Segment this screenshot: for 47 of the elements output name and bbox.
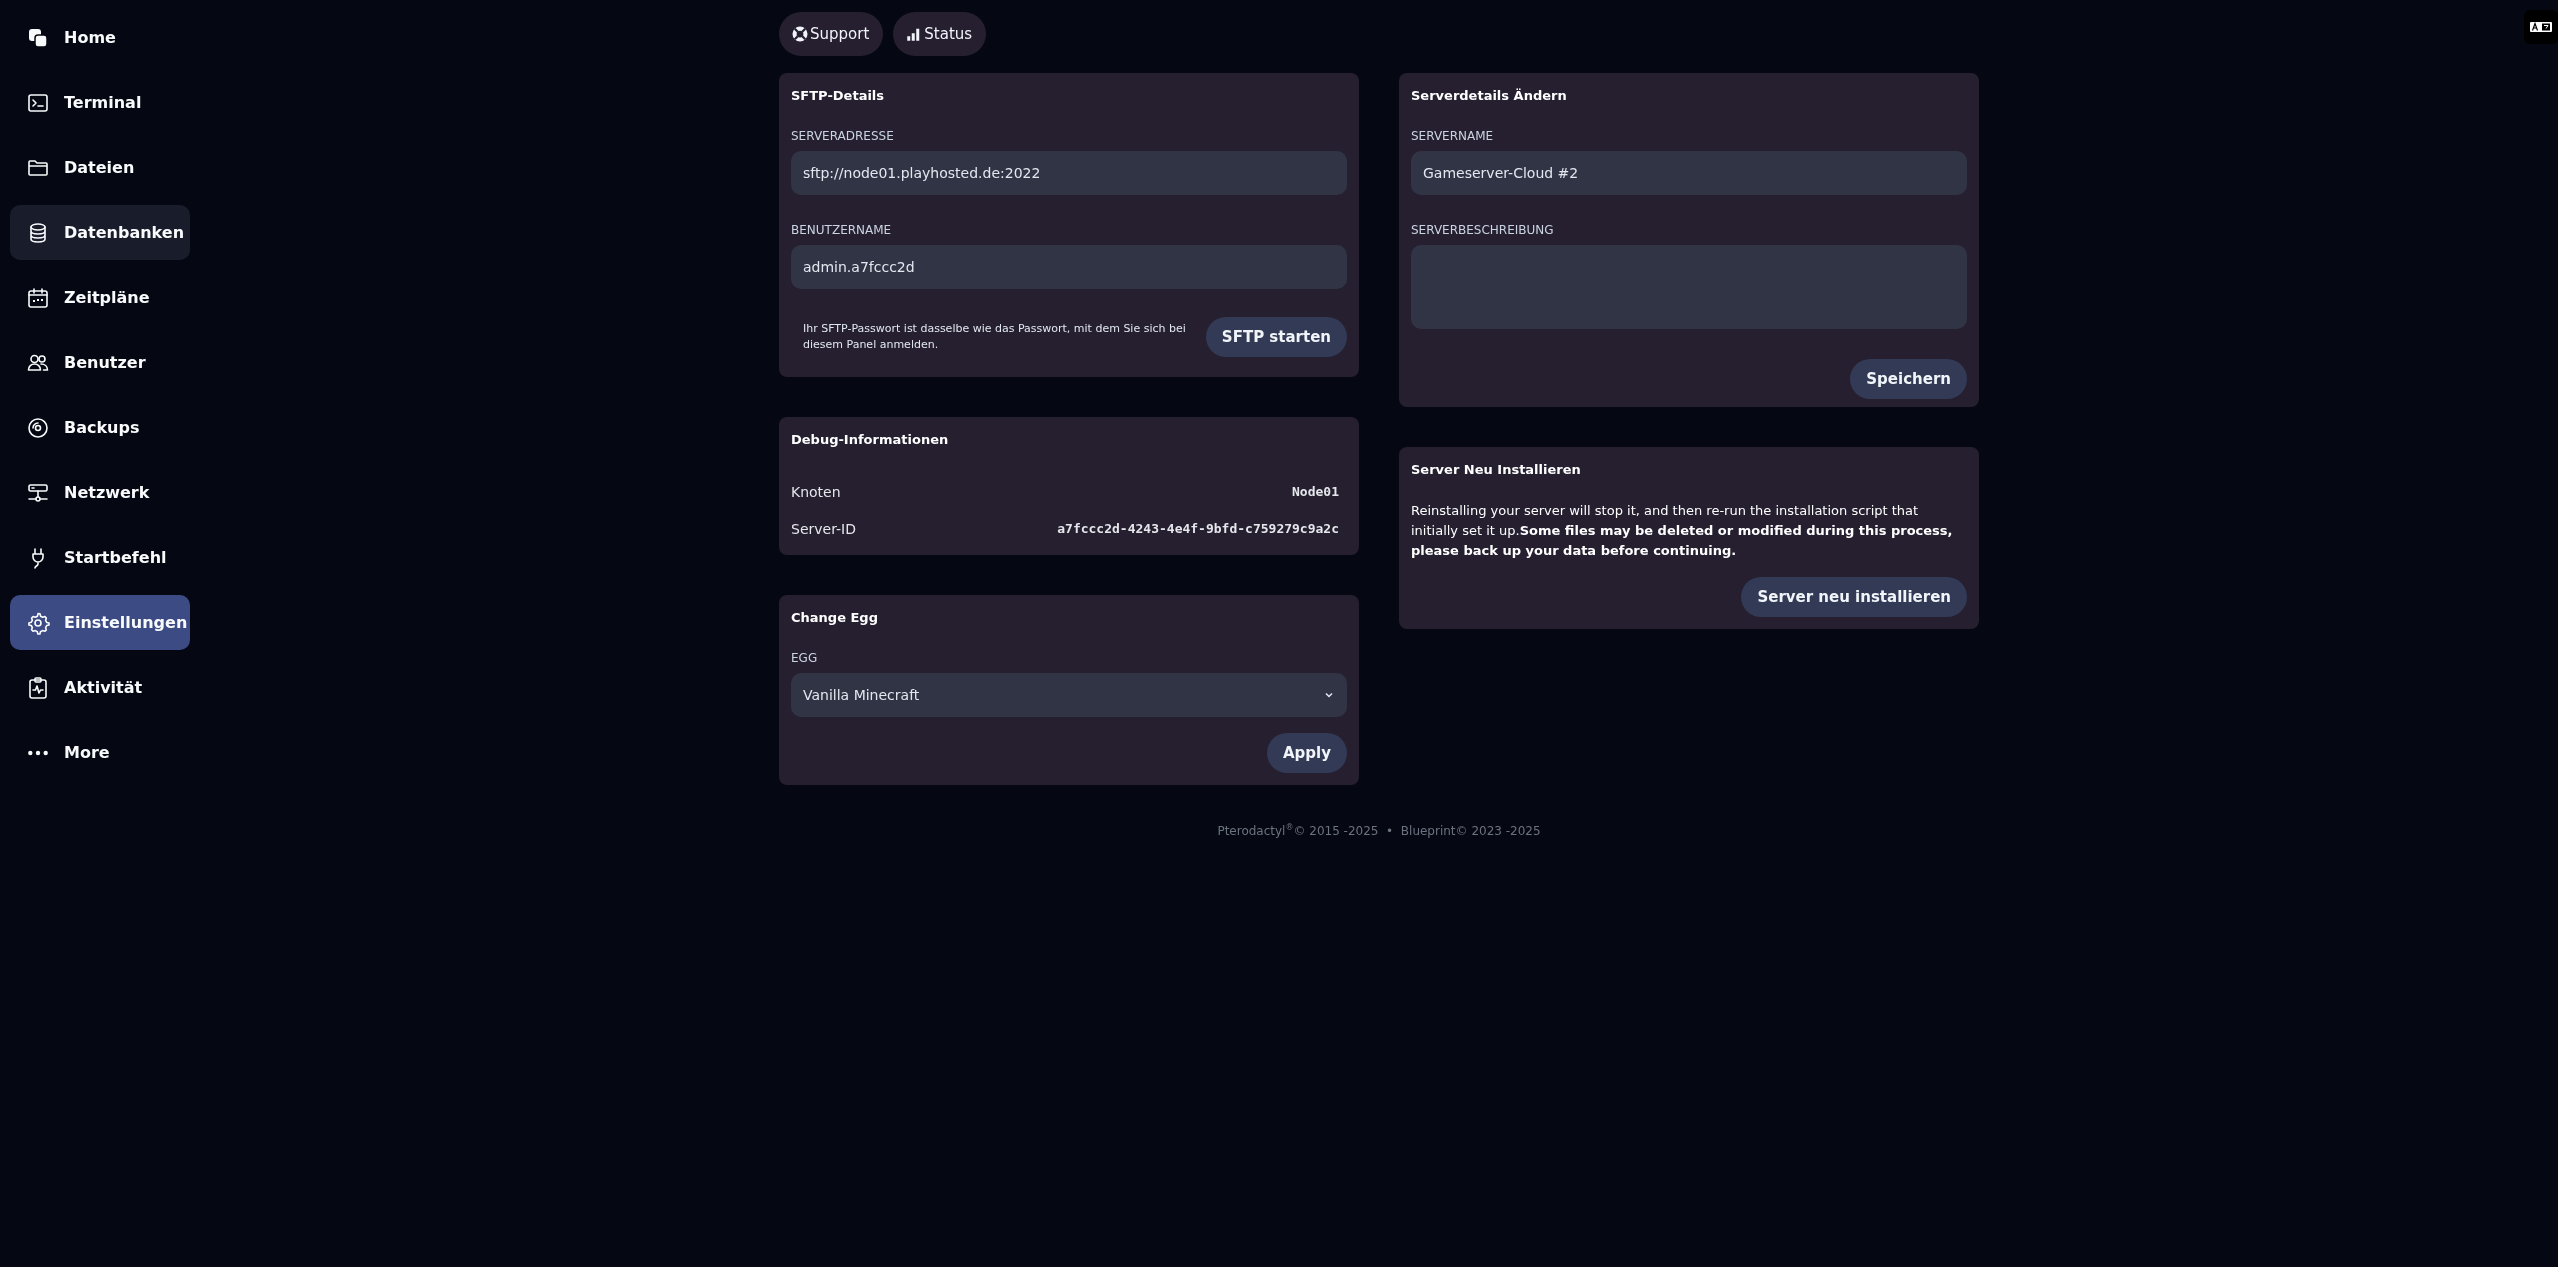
info-label: Server-ID — [791, 520, 856, 537]
card-title: SFTP-Details — [791, 87, 886, 103]
field-label: SERVERADRESSE — [791, 129, 895, 143]
info-label: Knoten — [791, 483, 841, 500]
field-label: EGG — [791, 651, 819, 665]
sidebar-item[interactable]: Terminal — [10, 75, 190, 130]
action-button[interactable]: Speichern — [1850, 359, 1967, 399]
settings-icon — [26, 610, 50, 635]
card-title: Serverdetails Ändern — [1411, 87, 1568, 103]
sidebar-item[interactable]: Datenbanken — [10, 205, 190, 260]
action-button[interactable]: Apply — [1267, 733, 1347, 773]
input-field[interactable]: sftp://node01.playhosted.de:2022 — [791, 151, 1347, 195]
field-label: SERVERNAME — [1411, 129, 1495, 143]
info-value: a7fccc2d-4243-4e4f-9bfd-c759279c9a2c — [1057, 521, 1340, 536]
more-icon — [27, 749, 49, 756]
disc-icon — [26, 415, 50, 440]
input-field[interactable]: Gameserver-Cloud #2 — [1411, 151, 1967, 195]
translate-button[interactable] — [2524, 10, 2558, 44]
lifebuoy-icon — [791, 25, 809, 43]
footer-copyright: Pterodactyl$^{®}$© 2015 -2025 • Blueprint© 2023 -2025 — [1217, 823, 1541, 838]
sidebar-item[interactable]: Startbefehl — [10, 530, 190, 585]
top-link[interactable]: Status — [893, 12, 987, 56]
action-button[interactable]: Server neu installieren — [1741, 577, 1967, 617]
sidebar-item[interactable]: Zeitpläne — [10, 270, 190, 325]
sidebar-item[interactable]: Aktivität — [10, 660, 190, 715]
sidebar-item[interactable]: More — [10, 725, 190, 780]
sidebar-item[interactable]: Netzwerk — [10, 465, 190, 520]
clipboard-pulse-icon — [26, 675, 50, 700]
sidebar-item[interactable]: Dateien — [10, 140, 190, 195]
field-label: BENUTZERNAME — [791, 223, 893, 237]
sftp-button[interactable]: SFTP starten — [1205, 317, 1347, 357]
card-title: Debug-Informationen — [791, 431, 950, 447]
password-note: Ihr SFTP-Passwort ist dasselbe wie das Passwort, mit dem Sie sich bei diesem Panel anmelden. — [802, 321, 1187, 353]
reinstall-warning: Reinstalling your server will stop it, and then re-run the installation script that initially set it up.Some files may be deleted or modified during this process, please back up your data before continuing. — [1411, 502, 1954, 560]
field-label: SERVERBESCHREIBUNG — [1411, 223, 1555, 237]
input-field[interactable]: admin.a7fccc2d — [791, 245, 1347, 289]
egg-dropdown[interactable]: Vanilla Minecraft — [791, 673, 1347, 717]
info-value: Node01 — [1292, 484, 1340, 499]
sidebar-item[interactable]: Backups — [10, 400, 190, 455]
sidebar-item[interactable]: Einstellungen — [10, 595, 190, 650]
card-title: Change Egg — [791, 609, 879, 625]
top-link[interactable]: Support — [779, 12, 884, 56]
sidebar-item[interactable]: Benutzer — [10, 335, 190, 390]
sidebar-item[interactable]: Home — [10, 10, 190, 65]
translate-icon — [2530, 22, 2552, 32]
card-title: Server Neu Installieren — [1411, 461, 1582, 477]
calendar-icon — [26, 285, 50, 310]
